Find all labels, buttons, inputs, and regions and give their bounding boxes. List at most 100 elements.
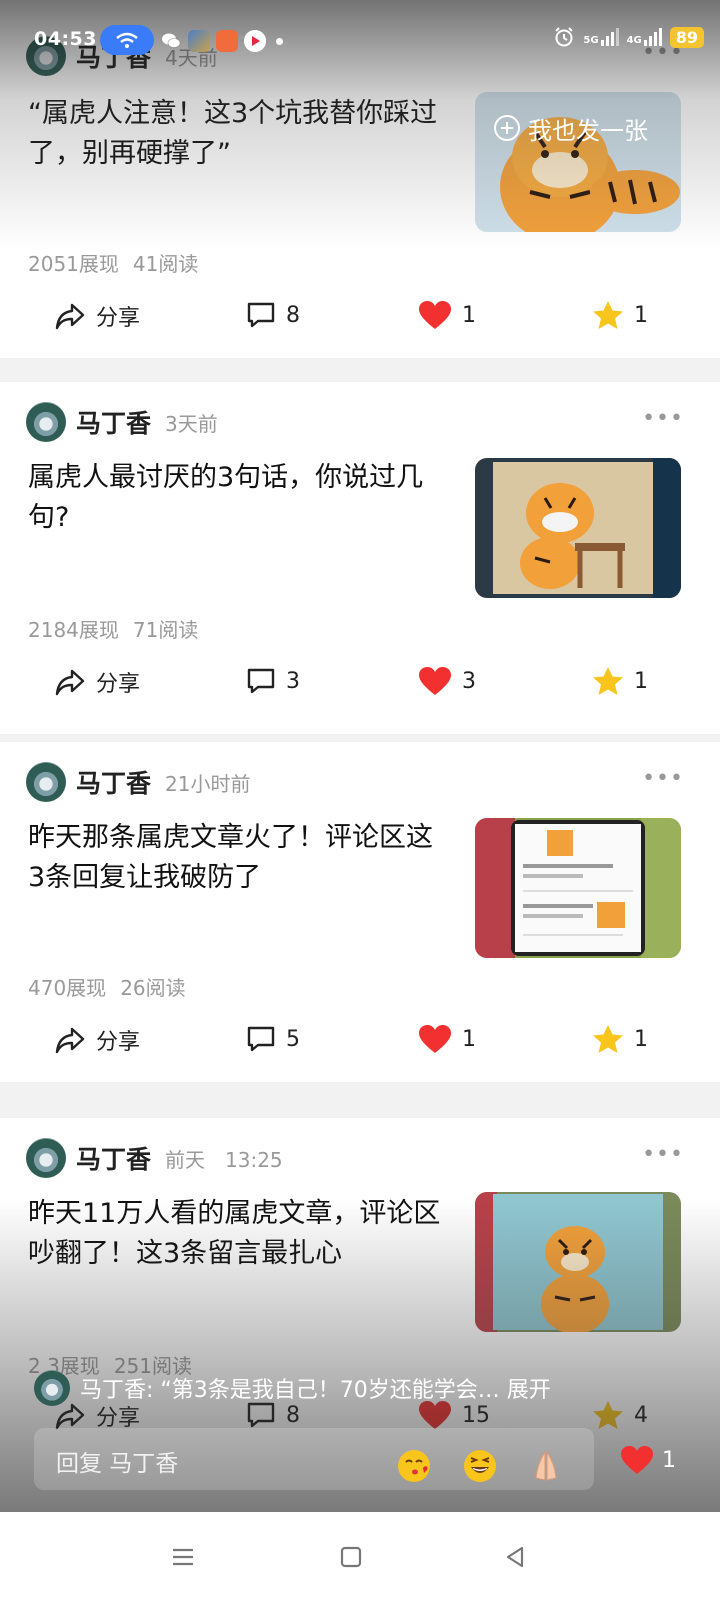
like-count: 3 (462, 668, 476, 694)
post-card[interactable]: 马丁香 3天前 ••• 属虎人最讨厌的3句话，你说过几句? 2184展现 71阅读 (0, 382, 720, 734)
reads-count: 41阅读 (132, 252, 199, 276)
author-name[interactable]: 马丁香 (76, 1140, 151, 1176)
favorite-button[interactable]: 1 (592, 1024, 648, 1054)
star-icon (593, 301, 623, 329)
reply-like-count: 1 (662, 1447, 676, 1473)
comment-icon (247, 668, 275, 694)
comment-count: 8 (286, 1402, 300, 1428)
comment-preview-text: 马丁香: “第3条是我自己！70岁还能学会… 展开 (80, 1378, 551, 1403)
comment-button[interactable]: 8 (246, 300, 300, 330)
more-icon[interactable]: ••• (642, 1142, 684, 1167)
post-stats: 470展现 26阅读 (28, 972, 200, 1001)
favorite-count: 4 (634, 1402, 648, 1428)
share-label: 分享 (96, 306, 141, 331)
post-title[interactable]: “属虎人注意！这3个坑我替你踩过了，别再硬撑了” (28, 94, 448, 174)
grin-emoji-icon[interactable] (462, 1448, 498, 1484)
post-stats: 2051展现 41阅读 (28, 248, 212, 277)
comment-icon (247, 1026, 275, 1052)
avatar (34, 1370, 70, 1406)
like-count: 1 (462, 1026, 476, 1052)
share-label: 分享 (96, 672, 141, 697)
publish-button[interactable]: 我也发一张 (470, 98, 680, 158)
wifi-icon (116, 32, 138, 48)
impressions-count: 470展现 (28, 976, 107, 1000)
post-header: 马丁香 21小时前 (26, 762, 250, 802)
status-right: 5G 4G 89 (553, 26, 704, 48)
heart-icon (419, 1025, 451, 1053)
comment-count: 5 (286, 1026, 300, 1052)
heart-icon (419, 301, 451, 329)
alarm-icon (555, 27, 574, 47)
star-icon (593, 667, 623, 695)
plus-circle-icon (494, 115, 520, 141)
impressions-count: 2051展现 (28, 252, 119, 276)
favorite-count: 1 (634, 668, 648, 694)
post-header: 马丁香 3天前 (26, 402, 218, 442)
post-actions: 分享 5 1 1 (0, 1024, 720, 1064)
like-button[interactable]: 1 (418, 300, 476, 330)
network-label-4g: 4G (626, 35, 642, 46)
hotspot-pill[interactable] (100, 25, 154, 55)
post-title[interactable]: 昨天11万人看的属虎文章，评论区吵翻了！这3条留言最扎心 (28, 1194, 448, 1274)
author-name[interactable]: 马丁香 (76, 404, 151, 440)
heart-icon (621, 1446, 653, 1474)
author-name[interactable]: 马丁香 (76, 764, 151, 800)
post-title[interactable]: 昨天那条属虎文章火了！评论区这3条回复让我破防了 (28, 818, 448, 898)
share-icon (55, 1027, 85, 1054)
like-count: 15 (462, 1402, 490, 1428)
share-button[interactable]: 分享 (54, 300, 140, 332)
avatar[interactable] (26, 1138, 66, 1178)
more-notifications-dot (276, 37, 283, 45)
back-icon[interactable] (500, 1542, 530, 1572)
avatar[interactable] (26, 762, 66, 802)
favorite-button[interactable]: 1 (592, 300, 648, 330)
post-time: 3天前 (165, 411, 218, 436)
more-icon[interactable]: ••• (642, 766, 684, 791)
share-icon (55, 669, 85, 696)
app-icon-game (188, 30, 210, 52)
comment-count: 8 (286, 302, 300, 328)
share-icon (55, 303, 85, 330)
favorite-count: 1 (634, 1026, 648, 1052)
signal-4g: 4G (627, 28, 662, 46)
post-actions: 分享 8 1 1 (0, 300, 720, 340)
reply-like-button[interactable]: 1 (620, 1445, 676, 1475)
reply-placeholder: 回复 马丁香 (56, 1451, 179, 1477)
post-thumbnail[interactable] (475, 1192, 681, 1332)
comment-button[interactable]: 3 (246, 666, 300, 696)
menu-icon[interactable] (168, 1542, 198, 1572)
phone-screenshot-image (475, 818, 681, 958)
post-header: 马丁香 前天 13:25 (26, 1138, 283, 1178)
more-icon[interactable]: ••• (642, 406, 684, 431)
app-screen: 04:53 5G 4G 89 我也发一张 马丁香 4天前 ••• “属虎人注意！… (0, 0, 720, 1604)
pray-emoji-icon[interactable] (528, 1448, 564, 1484)
star-icon (593, 1401, 623, 1429)
comment-button[interactable]: 5 (246, 1024, 300, 1054)
status-bar: 04:53 5G 4G 89 (0, 0, 720, 74)
post-thumbnail[interactable] (475, 818, 681, 958)
notification-icons (160, 30, 283, 52)
post-stats: 2184展现 71阅读 (28, 614, 212, 643)
favorite-count: 1 (634, 302, 648, 328)
like-button[interactable]: 1 (418, 1024, 476, 1054)
system-nav-bar (0, 1512, 720, 1604)
post-title[interactable]: 属虎人最讨厌的3句话，你说过几句? (28, 458, 448, 538)
post-thumbnail[interactable] (475, 458, 681, 598)
share-button[interactable]: 分享 (54, 666, 140, 698)
home-icon[interactable] (336, 1542, 366, 1572)
reply-input[interactable]: 回复 马丁香 (34, 1428, 594, 1490)
impressions-count: 2184展现 (28, 618, 119, 642)
share-button[interactable]: 分享 (54, 1024, 140, 1056)
avatar[interactable] (26, 402, 66, 442)
like-button[interactable]: 3 (418, 666, 476, 696)
favorite-button[interactable]: 4 (592, 1400, 648, 1430)
comment-preview[interactable]: 马丁香: “第3条是我自己！70岁还能学会… 展开 (34, 1370, 551, 1406)
favorite-button[interactable]: 1 (592, 666, 648, 696)
post-card[interactable]: 马丁香 21小时前 ••• 昨天那条属虎文章火了！评论区这3条回复让我破防了 4… (0, 742, 720, 1082)
wechat-icon (160, 30, 182, 52)
kiss-emoji-icon[interactable] (396, 1448, 432, 1484)
network-label-5g: 5G (583, 35, 599, 46)
post-actions: 分享 3 3 1 (0, 666, 720, 706)
app-icon-grid (216, 30, 238, 52)
tiger-portrait-image (475, 1192, 681, 1332)
